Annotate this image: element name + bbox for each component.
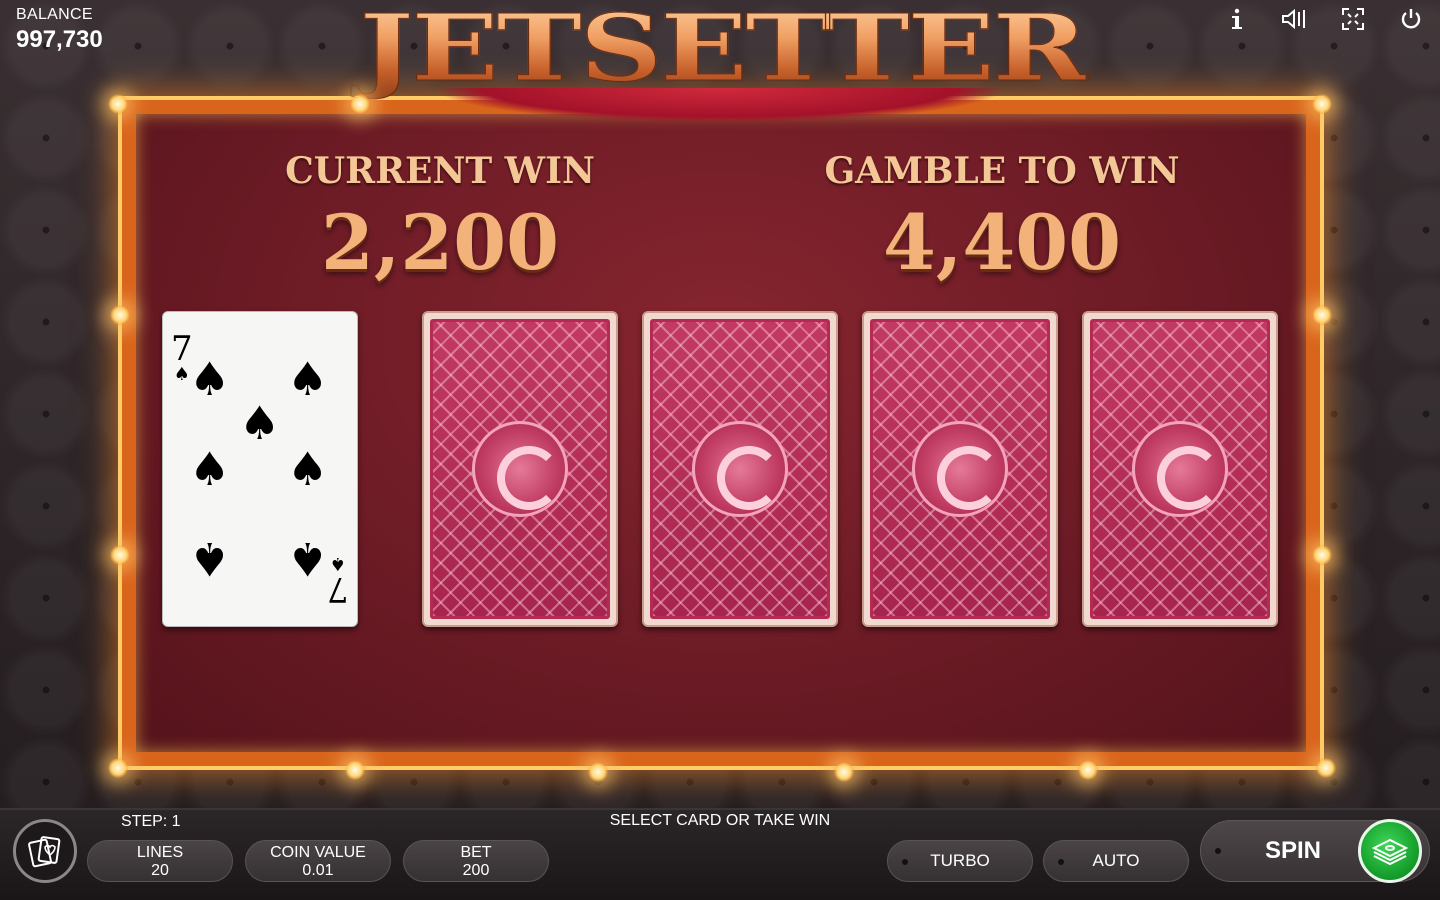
game-logo-text: JETSETTER <box>359 0 1089 103</box>
hidden-card-2[interactable] <box>642 311 838 627</box>
hidden-card-4[interactable] <box>1082 311 1278 627</box>
card-back-emblem-icon <box>692 421 788 517</box>
marquee-bulb <box>110 305 130 325</box>
bet-label: BET <box>460 844 492 861</box>
turbo-indicator <box>902 859 908 865</box>
gamble-to-win-block: GAMBLE TO WIN 4,400 <box>802 150 1202 287</box>
card-back-pattern <box>1090 319 1270 619</box>
dealer-card: 7 ♠ 7 ♠ ♠ ♠ ♠ ♠ ♠ ♠ ♠ <box>162 311 358 627</box>
auto-button[interactable]: AUTO <box>1043 840 1189 882</box>
marquee-bulb <box>1316 758 1336 778</box>
spade-icon: ♠ <box>189 442 231 496</box>
card-corner-bottom: 7 ♠ <box>327 553 349 609</box>
bet-value: 200 <box>462 862 490 879</box>
coin-value-value: 0.01 <box>302 862 334 879</box>
power-icon[interactable] <box>1396 4 1426 34</box>
card-back-pattern <box>650 319 830 619</box>
game-logo: JETSETTER <box>350 0 1095 103</box>
top-toolbar <box>1222 4 1426 34</box>
lines-label: LINES <box>136 844 184 861</box>
marquee-bulb <box>108 94 128 114</box>
marquee-bulb <box>834 762 854 782</box>
balance-display: BALANCE 997,730 <box>16 6 103 54</box>
card-back-emblem-icon <box>472 421 568 517</box>
turbo-button[interactable]: TURBO <box>887 840 1033 882</box>
marquee-bulb <box>588 762 608 782</box>
spade-icon: ♠ <box>287 442 329 496</box>
gamble-to-win-value: 4,400 <box>883 198 1121 287</box>
spade-icon: ♠ <box>287 352 329 406</box>
spade-icon: ♠ <box>287 532 329 586</box>
take-win-button[interactable] <box>1358 819 1422 883</box>
card-rank: 7 <box>327 569 349 609</box>
auto-label: AUTO <box>1092 851 1140 870</box>
marquee-bulb <box>1312 94 1332 114</box>
marquee-bulb <box>345 760 365 780</box>
marquee-bulb <box>1078 760 1098 780</box>
current-win-label: CURRENT WIN <box>285 150 595 192</box>
current-win-block: CURRENT WIN 2,200 <box>260 150 620 287</box>
fullscreen-icon[interactable] <box>1338 4 1368 34</box>
balance-label: BALANCE <box>16 6 93 23</box>
marquee-bulb <box>110 545 130 565</box>
marquee-bulb <box>1312 305 1332 325</box>
marquee-bulb <box>108 758 128 778</box>
gamble-to-win-label: GAMBLE TO WIN <box>824 150 1180 192</box>
spade-icon: ♠ <box>189 532 231 586</box>
lines-value: 20 <box>151 862 169 879</box>
hidden-card-3[interactable] <box>862 311 1058 627</box>
marquee-bulb <box>350 94 370 114</box>
spin-label: SPIN <box>1265 837 1322 864</box>
card-back-pattern <box>430 319 610 619</box>
card-back-emblem-icon <box>1132 421 1228 517</box>
lines-selector[interactable]: LINES 20 <box>87 840 233 882</box>
info-icon[interactable] <box>1222 4 1252 34</box>
bet-selector[interactable]: BET 200 <box>403 840 549 882</box>
card-back-pattern <box>870 319 1050 619</box>
balance-value: 997,730 <box>16 26 103 53</box>
turbo-label: TURBO <box>930 851 990 870</box>
marquee-bulb <box>1312 545 1332 565</box>
spade-icon: ♠ <box>239 396 281 450</box>
spade-icon: ♠ <box>189 352 231 406</box>
card-back-emblem-icon <box>912 421 1008 517</box>
coin-value-selector[interactable]: COIN VALUE 0.01 <box>245 840 391 882</box>
cards-icon <box>28 836 61 868</box>
sound-icon[interactable] <box>1280 4 1310 34</box>
cash-stack-icon <box>1371 838 1409 866</box>
hidden-card-1[interactable] <box>422 311 618 627</box>
auto-indicator <box>1058 859 1064 865</box>
gamble-cards-button[interactable] <box>13 819 77 883</box>
spin-indicator <box>1215 848 1221 854</box>
current-win-value: 2,200 <box>321 198 559 287</box>
coin-value-label: COIN VALUE <box>270 844 366 861</box>
